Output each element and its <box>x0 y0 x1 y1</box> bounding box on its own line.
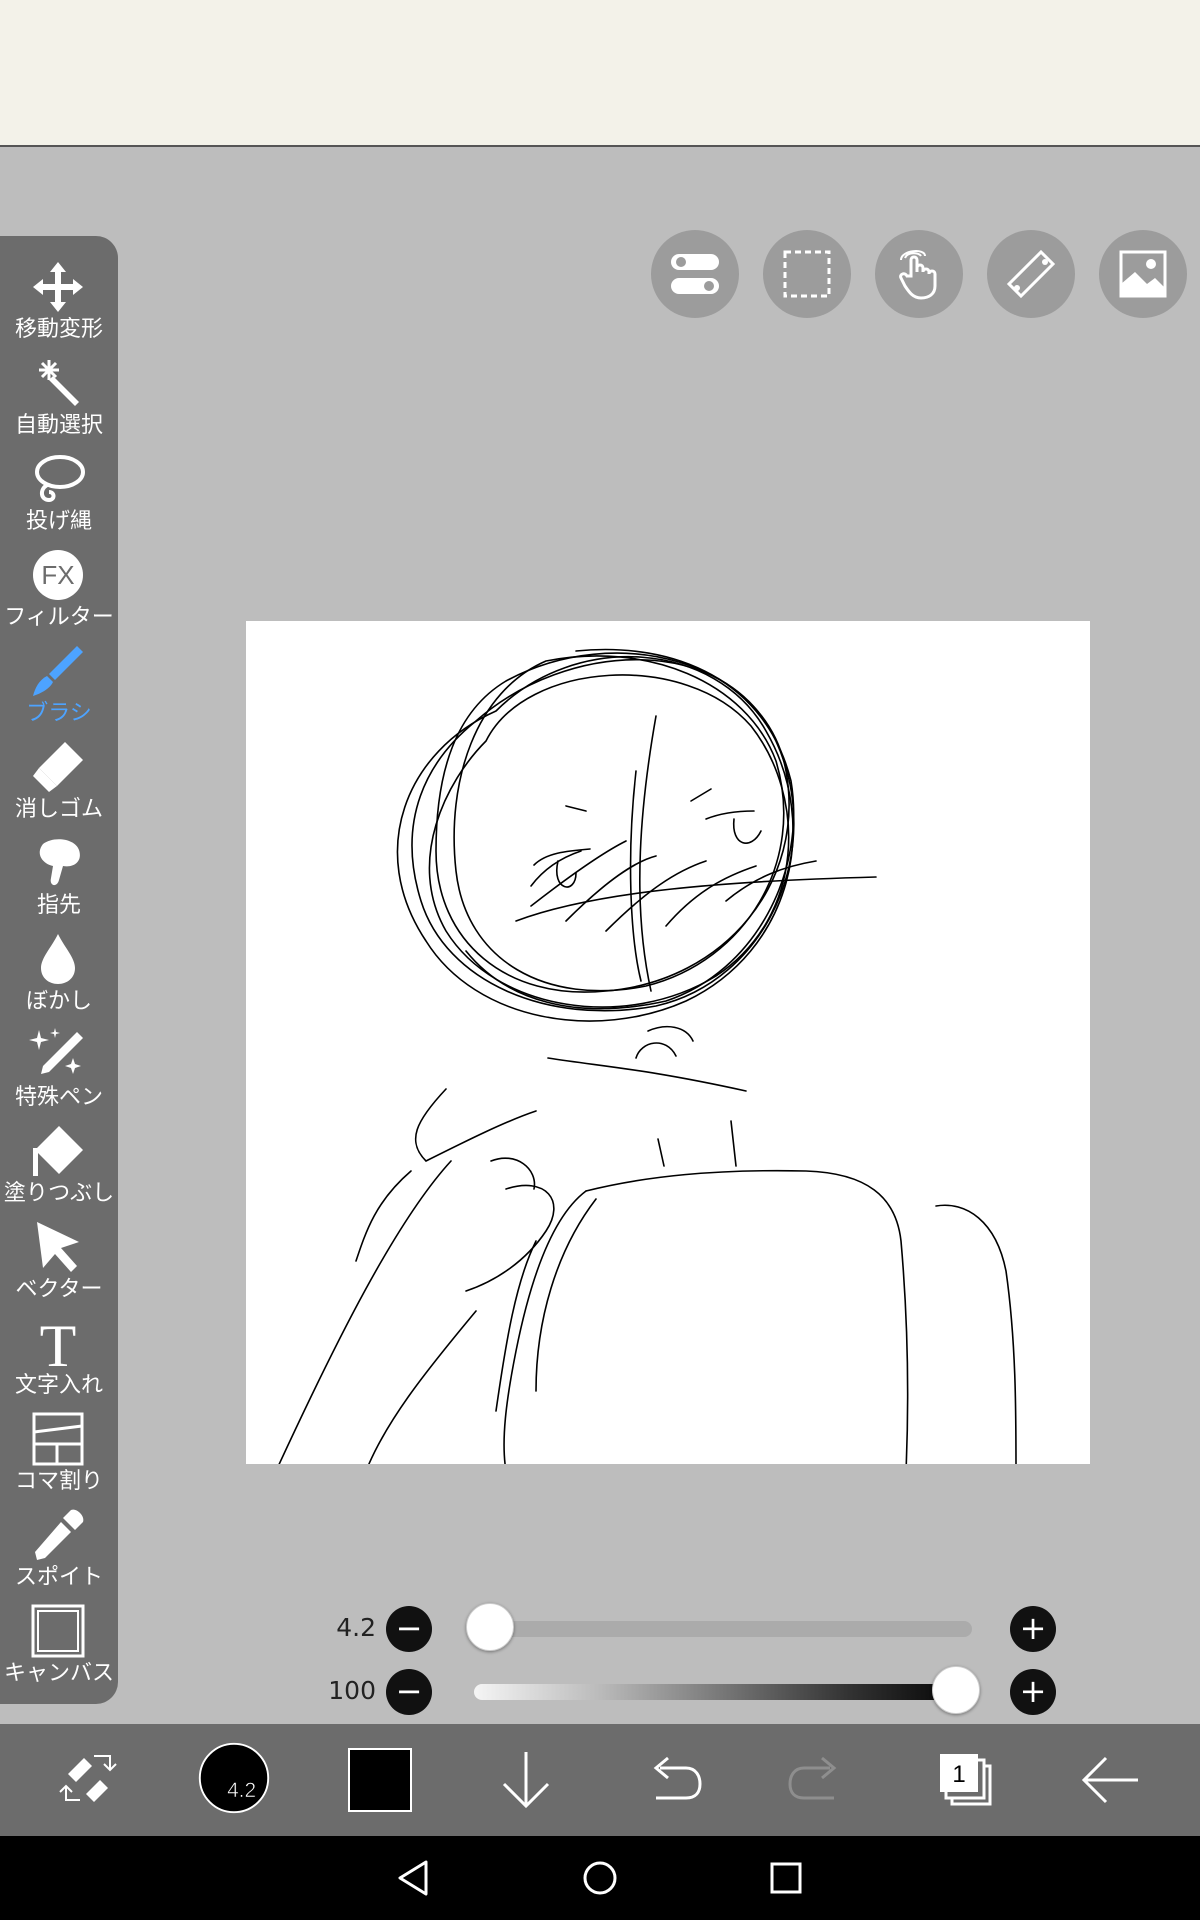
undo-button[interactable] <box>622 1724 722 1836</box>
tool-label: 投げ縄 <box>25 509 92 534</box>
svg-text:FX: FX <box>41 560 74 590</box>
tool-label: フィルター <box>4 605 114 630</box>
tool-label: 自動選択 <box>14 413 103 438</box>
arrow-down-icon <box>502 1752 550 1809</box>
special-pen-icon <box>29 1028 83 1074</box>
import-button[interactable] <box>476 1724 576 1836</box>
tool-label: 消しゴム <box>14 797 103 822</box>
color-swap-icon <box>59 1755 117 1802</box>
tool-blur[interactable]: ぼかし <box>0 928 118 1024</box>
tool-lasso[interactable]: 投げ縄 <box>0 448 118 544</box>
layers-button[interactable]: 1 <box>914 1724 1014 1836</box>
frame-divider-icon <box>32 1412 84 1466</box>
tool-auto-select[interactable]: 自動選択 <box>0 352 118 448</box>
brush-size-value: 4.2 <box>336 1613 376 1642</box>
brush-icon <box>33 646 83 696</box>
brush-size-track[interactable] <box>474 1621 972 1637</box>
fill-bucket-icon <box>33 1126 83 1176</box>
redo-button[interactable] <box>768 1724 868 1836</box>
tool-special-pen[interactable]: 特殊ペン <box>0 1024 118 1120</box>
tool-label: スポイト <box>14 1565 103 1590</box>
ruler-button[interactable] <box>987 230 1075 318</box>
bottom-toolbar: 4.2 1 <box>0 1724 1200 1836</box>
tool-finger[interactable]: 指先 <box>0 832 118 928</box>
svg-text:T: T <box>40 1314 77 1372</box>
current-color-button[interactable] <box>330 1724 430 1836</box>
brush-size-thumb[interactable] <box>466 1603 514 1651</box>
toggle-button[interactable] <box>651 230 739 318</box>
circle-home-icon <box>583 1861 617 1895</box>
tool-panel: 移動変形 自動選択 投げ縄 FX フィルター ブラシ 消しゴム 指先 ぼかし 特… <box>0 236 118 1704</box>
gesture-button[interactable] <box>875 230 963 318</box>
tool-label: ブラシ <box>26 701 92 726</box>
finger-icon <box>39 839 80 886</box>
tool-move[interactable]: 移動変形 <box>0 256 118 352</box>
back-button[interactable] <box>1060 1724 1160 1836</box>
text-icon: T <box>40 1314 77 1372</box>
eraser-icon <box>33 742 83 792</box>
system-nav-bar <box>0 1836 1200 1920</box>
tool-text[interactable]: T 文字入れ <box>0 1312 118 1408</box>
tool-eyedropper[interactable]: スポイト <box>0 1504 118 1600</box>
tool-label: 塗りつぶし <box>3 1181 115 1206</box>
tool-label: ぼかし <box>25 989 92 1014</box>
hand-gesture-icon <box>899 250 937 300</box>
tool-label: 文字入れ <box>14 1373 103 1398</box>
opacity-slider-row: 100 − + <box>300 1666 1070 1716</box>
brush-size-minus-button[interactable]: − <box>386 1606 432 1652</box>
square-recents-icon <box>770 1862 802 1894</box>
magic-wand-icon <box>39 360 79 406</box>
drawing-canvas[interactable] <box>246 621 1090 1464</box>
blur-drop-icon <box>41 934 75 984</box>
tool-label: ベクター <box>15 1277 103 1302</box>
tool-vector[interactable]: ベクター <box>0 1216 118 1312</box>
svg-text:4.2: 4.2 <box>227 1779 256 1802</box>
brush-size-circle-icon: 4.2 <box>198 1742 270 1814</box>
tool-eraser[interactable]: 消しゴム <box>0 736 118 832</box>
opacity-value: 100 <box>328 1676 376 1705</box>
toggle-switch-icon <box>671 254 719 294</box>
material-button[interactable] <box>1099 230 1187 318</box>
opacity-minus-button[interactable]: − <box>386 1669 432 1715</box>
tool-canvas[interactable]: キャンバス <box>0 1600 118 1696</box>
redo-icon <box>788 1756 837 1800</box>
tool-fill[interactable]: 塗りつぶし <box>0 1120 118 1216</box>
svg-text:1: 1 <box>952 1761 965 1788</box>
sketch-drawing <box>278 648 1017 1464</box>
brush-size-slider-row: 4.2 − + <box>300 1603 1070 1653</box>
nav-recents-button[interactable] <box>758 1850 814 1906</box>
selection-button[interactable] <box>763 230 851 318</box>
move-icon <box>33 262 83 312</box>
canvas-icon <box>31 1604 85 1658</box>
tool-label: 特殊ペン <box>14 1085 103 1110</box>
undo-icon <box>653 1756 702 1800</box>
triangle-back-icon <box>398 1860 428 1896</box>
top-banner-area <box>0 0 1200 147</box>
ruler-icon <box>1006 249 1056 299</box>
tool-frame[interactable]: コマ割り <box>0 1408 118 1504</box>
lasso-icon <box>35 455 85 503</box>
layers-icon: 1 <box>940 1754 992 1806</box>
current-color-swatch <box>348 1748 412 1812</box>
opacity-thumb[interactable] <box>932 1666 980 1714</box>
nav-back-button[interactable] <box>386 1850 442 1906</box>
opacity-track[interactable] <box>474 1684 972 1700</box>
nav-home-button[interactable] <box>572 1850 628 1906</box>
vector-cursor-icon <box>37 1222 79 1272</box>
eyedropper-icon <box>35 1509 84 1560</box>
tool-label: 移動変形 <box>14 317 103 342</box>
color-swap-button[interactable] <box>38 1724 138 1836</box>
tool-brush[interactable]: ブラシ <box>0 640 118 736</box>
selection-rect-icon <box>783 250 831 298</box>
tool-label: コマ割り <box>14 1469 103 1494</box>
tool-filter[interactable]: FX フィルター <box>0 544 118 640</box>
tool-label: 指先 <box>36 893 81 918</box>
opacity-plus-button[interactable]: + <box>1010 1669 1056 1715</box>
brush-size-plus-button[interactable]: + <box>1010 1606 1056 1652</box>
brush-size-indicator[interactable]: 4.2 <box>184 1724 284 1836</box>
image-material-icon <box>1119 250 1167 298</box>
tool-label: キャンバス <box>3 1661 114 1686</box>
arrow-left-icon <box>1081 1756 1138 1804</box>
fx-icon: FX <box>33 550 83 600</box>
